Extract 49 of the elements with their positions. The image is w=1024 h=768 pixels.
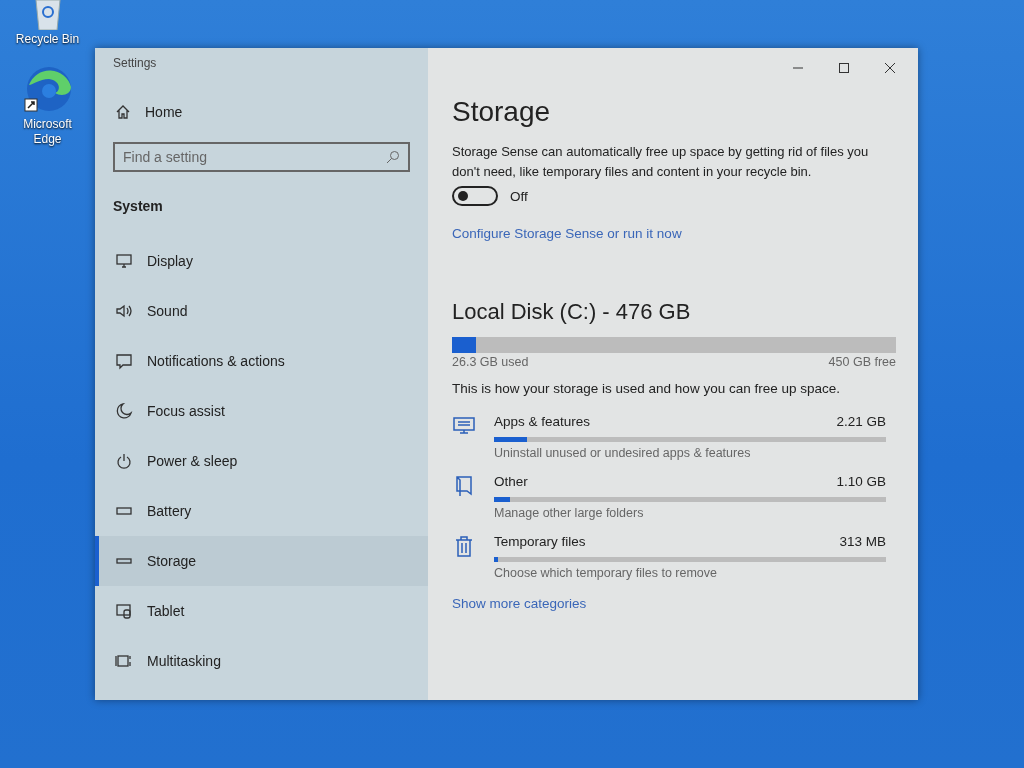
sidebar-item[interactable]: Multitasking bbox=[95, 636, 428, 686]
sound-icon bbox=[115, 302, 133, 320]
category-hint: Choose which temporary files to remove bbox=[494, 566, 718, 580]
storage-category[interactable]: Apps & features 2.21 GB Uninstall unused or undesired apps & features bbox=[452, 414, 896, 460]
sidebar-item[interactable]: Storage bbox=[95, 536, 428, 586]
browser-icon bbox=[22, 65, 73, 115]
close-icon bbox=[884, 62, 896, 74]
notifications-icon bbox=[115, 352, 133, 370]
home-link[interactable]: Home bbox=[115, 104, 428, 120]
toggle-switch[interactable] bbox=[452, 186, 498, 206]
power-icon bbox=[115, 452, 133, 470]
display-icon bbox=[115, 252, 133, 270]
sidebar-item[interactable]: Focus assist bbox=[95, 386, 428, 436]
category-size: 2.21 GB bbox=[836, 414, 886, 429]
desktop-icon-label[interactable]: Recycle Bin bbox=[15, 32, 80, 47]
storage-category[interactable]: Other 1.10 GB Manage other large folders bbox=[452, 474, 896, 520]
category-name: Apps & features bbox=[494, 414, 591, 429]
page-title: Storage bbox=[452, 96, 552, 128]
used-space-text: 26.3 GB used bbox=[452, 355, 529, 369]
focus-icon bbox=[115, 402, 133, 420]
sidebar-item[interactable]: Power & sleep bbox=[95, 436, 428, 486]
category-size: 1.10 GB bbox=[836, 474, 886, 489]
usage-intro-text: This is how your storage is used and how you can free up space. bbox=[452, 381, 841, 396]
category-name: Temporary files bbox=[494, 534, 586, 549]
storage-category[interactable]: Temporary files 313 MB Choose which temporary files to remove bbox=[452, 534, 896, 580]
home-icon bbox=[115, 104, 131, 120]
category-name: Other bbox=[494, 474, 528, 489]
disk-title: Local Disk (C:) - 476 GB bbox=[452, 299, 692, 325]
multitasking-icon bbox=[115, 652, 133, 670]
search-field[interactable]: Find a setting bbox=[113, 142, 410, 172]
category-hint: Uninstall unused or undesired apps & features bbox=[494, 446, 752, 460]
configure-link[interactable]: Configure Storage Sense or run it now bbox=[452, 226, 682, 241]
toggle-label: Off bbox=[510, 188, 528, 204]
free-space-text: 450 GB free bbox=[828, 355, 896, 369]
sidebar-item[interactable]: Notifications & actions bbox=[95, 336, 428, 386]
search-icon bbox=[386, 150, 400, 164]
sidebar-item[interactable]: Tablet bbox=[95, 586, 428, 636]
sidebar-item[interactable]: Display bbox=[95, 236, 428, 286]
category-size: 313 MB bbox=[839, 534, 886, 549]
tablet-icon bbox=[115, 602, 133, 620]
section-heading: System bbox=[113, 198, 164, 214]
maximize-icon bbox=[838, 62, 850, 74]
desktop-icon-label[interactable]: Microsoft Edge bbox=[12, 117, 83, 147]
window-title: Settings bbox=[113, 56, 158, 70]
show-more-link[interactable]: Show more categories bbox=[452, 596, 587, 611]
category-hint: Manage other large folders bbox=[494, 506, 645, 520]
sidebar-item[interactable]: Battery bbox=[95, 486, 428, 536]
sidebar-item[interactable]: Sound bbox=[95, 286, 428, 336]
description-text: Storage Sense can automatically free up space by getting rid of files you don't need, like temporary files and content in your recycle bin. bbox=[452, 143, 870, 181]
